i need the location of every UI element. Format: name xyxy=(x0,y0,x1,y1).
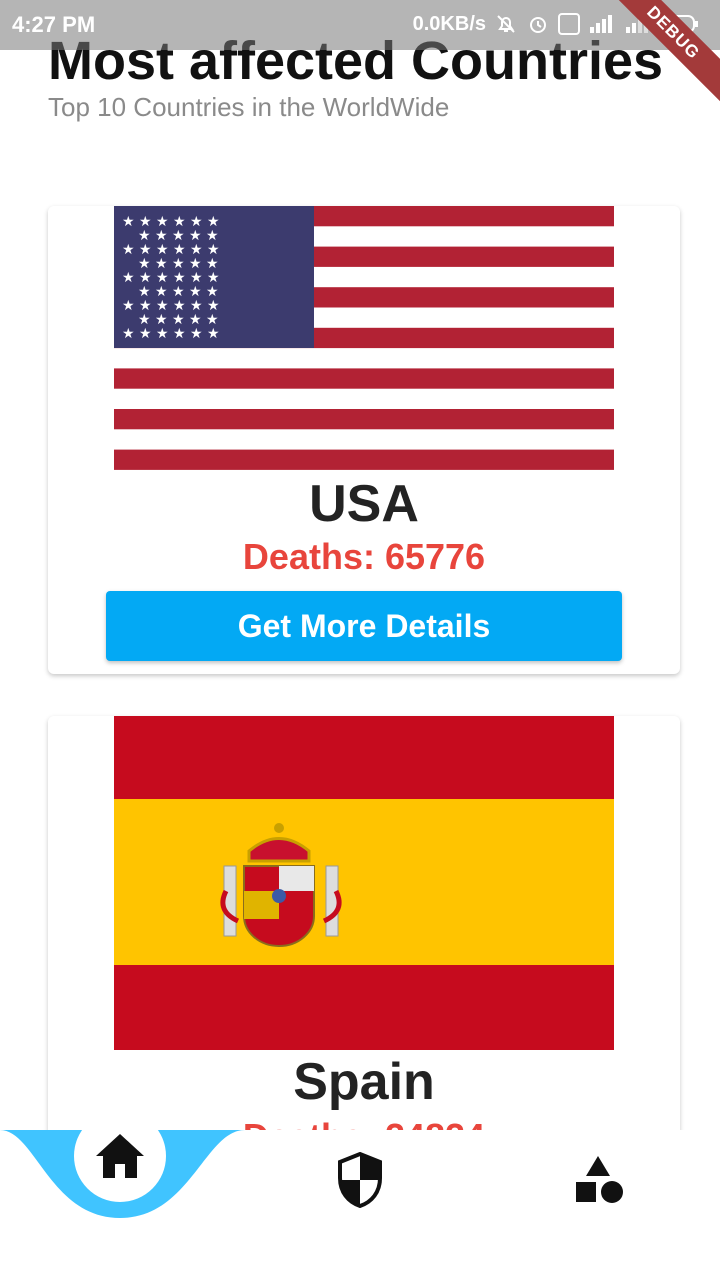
country-name: Spain xyxy=(293,1053,435,1111)
deaths-count: Deaths: 65776 xyxy=(242,536,486,577)
home-icon xyxy=(96,1134,144,1178)
shapes-icon xyxy=(576,1156,623,1203)
spain-flag xyxy=(114,716,614,1050)
bottom-navigation xyxy=(0,1110,720,1280)
get-more-details-button[interactable]: Get More Details xyxy=(106,591,622,661)
status-bar: 4:27 PM 0.0KB/s xyxy=(0,0,720,50)
nav-item-home[interactable] xyxy=(74,1110,166,1202)
signal-icon xyxy=(590,15,612,33)
nav-item-shield[interactable] xyxy=(330,1150,390,1210)
country-card-spain[interactable]: Spain Deaths: 24824 xyxy=(48,716,680,1146)
network-speed: 0.0KB/s xyxy=(412,12,486,35)
shield-icon xyxy=(338,1152,382,1208)
country-name: USA xyxy=(309,475,419,533)
alarm-icon xyxy=(530,17,546,33)
country-card-usa[interactable]: ★ ★ ★ ★ ★ ★ ★ ★ ★ ★ ★ ★ ★ ★ ★ ★ ★ ★ ★ ★ … xyxy=(48,206,680,674)
svg-text:★ ★ ★ ★ ★ ★: ★ ★ ★ ★ ★ ★ xyxy=(122,326,220,342)
page-subtitle: Top 10 Countries in the WorldWide xyxy=(48,92,450,122)
usa-flag: ★ ★ ★ ★ ★ ★ ★ ★ ★ ★ ★ ★ ★ ★ ★ ★ ★ ★ ★ ★ … xyxy=(114,206,614,470)
nav-item-shapes[interactable] xyxy=(570,1150,630,1210)
bell-muted-icon xyxy=(497,15,515,33)
volte-icon xyxy=(558,13,580,35)
status-time: 4:27 PM xyxy=(12,12,96,37)
